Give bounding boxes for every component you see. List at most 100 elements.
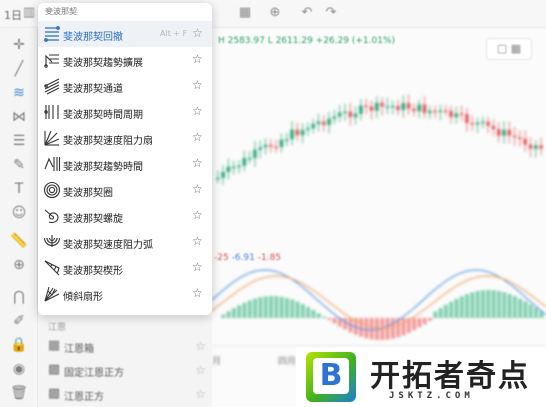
histogram-bar <box>253 298 258 318</box>
favorite-star-icon[interactable]: ☆ <box>192 286 203 300</box>
menu-item-fib-retracement[interactable]: 斐波那契回撤 Alt + F ☆ <box>38 21 212 47</box>
menu-item-fib-wedge[interactable]: 斐波那契楔形 ☆ <box>38 255 212 281</box>
favorite-star-icon[interactable]: ☆ <box>192 78 203 92</box>
histogram-bar <box>385 318 390 340</box>
interval-selector[interactable]: 1日 <box>4 7 22 23</box>
list-item-gann-square-fixed[interactable]: ▩ 固定江恩正方 ☆ <box>38 358 212 382</box>
favorite-star-icon[interactable]: ☆ <box>192 52 203 66</box>
histogram-bar <box>496 290 501 318</box>
candle-body <box>428 110 432 114</box>
add-icon[interactable]: ⊕ <box>268 6 282 20</box>
favorite-star-icon[interactable]: ☆ <box>195 387 206 401</box>
trend-line-icon[interactable]: ╱ <box>10 60 28 78</box>
candle-body <box>481 121 485 124</box>
candle-body <box>507 129 512 136</box>
candle-body <box>412 108 416 112</box>
menu-item-label: 斐波那契螺旋 <box>63 214 123 225</box>
eye-icon[interactable]: ◉ <box>10 360 28 378</box>
candle-body <box>348 111 353 118</box>
menu-item-shortcut: Alt + F <box>160 29 188 38</box>
histogram-bar <box>459 296 464 318</box>
list-item-gann-box[interactable]: ▦ 江恩箱 ☆ <box>38 334 212 358</box>
candle-body <box>300 130 305 136</box>
redo-icon[interactable]: ↷ <box>324 6 338 20</box>
favorite-star-icon[interactable]: ☆ <box>195 363 206 377</box>
lock-icon[interactable]: 🔒 <box>10 336 28 354</box>
histogram-bar <box>269 296 273 318</box>
favorite-star-icon[interactable]: ☆ <box>192 234 203 248</box>
histogram-bar <box>454 298 459 318</box>
magnet-icon[interactable]: ⋂ <box>10 288 28 306</box>
favorite-star-icon[interactable]: ☆ <box>192 182 203 196</box>
site-watermark: B 开拓者奇点 JSKTZ.COM <box>296 347 546 407</box>
histogram-bar <box>306 306 311 318</box>
layout-grid-icon[interactable]: ▦ <box>238 6 252 20</box>
text-tool-icon[interactable]: T <box>10 180 28 198</box>
stay-drawing-icon[interactable]: ✐ <box>10 312 28 330</box>
histogram-bar <box>316 313 321 318</box>
candle-body <box>486 121 490 126</box>
histogram-bar <box>401 318 406 336</box>
brush-icon[interactable]: ✎ <box>10 156 28 174</box>
histogram-bar <box>322 316 326 318</box>
crosshair-icon[interactable]: ✛ <box>10 36 28 54</box>
undo-icon[interactable]: ↶ <box>300 6 314 20</box>
menu-item-fib-circles[interactable]: 斐波那契圈 ☆ <box>38 177 212 203</box>
candle-body <box>253 149 257 159</box>
histogram-bar <box>295 301 300 318</box>
histogram-bar <box>422 318 427 325</box>
favorite-star-icon[interactable]: ☆ <box>192 26 203 40</box>
candle-body <box>406 103 411 109</box>
logo-letter: B <box>313 358 349 394</box>
zoom-icon[interactable]: ⊕ <box>10 256 28 274</box>
favorite-star-icon[interactable]: ☆ <box>192 104 203 118</box>
gann-square-fixed-icon: ▩ <box>47 362 61 377</box>
histogram-bar <box>491 290 496 318</box>
candle-body <box>237 165 241 168</box>
candle-body <box>433 110 437 113</box>
histogram-bar <box>433 311 438 318</box>
list-item-gann-square[interactable]: ▩ 江恩正方 ☆ <box>38 382 212 406</box>
menu-item-fib-time-zone[interactable]: 斐波那契時間周期 ☆ <box>38 99 212 125</box>
prediction-icon[interactable]: ☰ <box>10 132 28 150</box>
menu-item-label: 斐波那契趨勢擴展 <box>63 58 143 69</box>
candle-body <box>438 110 443 112</box>
menu-item-fib-channel[interactable]: 斐波那契通道 ☆ <box>38 73 212 99</box>
menu-item-pitchfan[interactable]: 傾斜扇形 ☆ <box>38 281 212 307</box>
histogram-bar <box>502 292 507 318</box>
candle-body <box>470 123 474 125</box>
favorite-star-icon[interactable]: ☆ <box>195 339 206 353</box>
candle-body <box>242 158 247 166</box>
favorite-star-icon[interactable]: ☆ <box>192 156 203 170</box>
menu-item-fib-speed-fan[interactable]: 斐波那契速度阻力扇 ☆ <box>38 125 212 151</box>
candle-body <box>247 158 252 160</box>
pattern-icon[interactable]: ⋈ <box>10 108 28 126</box>
candle-body <box>306 128 310 131</box>
emoji-icon[interactable]: ☺ <box>10 204 28 222</box>
watermark-logo: B <box>306 352 356 402</box>
candle-body <box>401 103 406 111</box>
favorite-star-icon[interactable]: ☆ <box>192 130 203 144</box>
menu-item-fib-speed-arcs[interactable]: 斐波那契速度阻力弧 ☆ <box>38 229 212 255</box>
trash-icon[interactable]: 🗑 <box>10 384 28 402</box>
menu-item-fib-trend-extension[interactable]: 斐波那契趨勢擴展 ☆ <box>38 47 212 73</box>
menu-item-fib-trend-time[interactable]: 斐波那契趨勢時間 ☆ <box>38 151 212 177</box>
favorite-star-icon[interactable]: ☆ <box>192 260 203 274</box>
candle-body <box>231 166 236 169</box>
candle-body <box>353 113 358 118</box>
fib-channel-icon <box>44 78 60 95</box>
candle-body <box>422 104 427 114</box>
candle-body <box>528 144 533 149</box>
list-item-label: 固定江恩正方 <box>64 368 124 379</box>
favorite-star-icon[interactable]: ☆ <box>192 208 203 222</box>
menu-item-fib-spiral[interactable]: 斐波那契螺旋 ☆ <box>38 203 212 229</box>
candle-body <box>359 105 363 114</box>
candle-body <box>269 144 273 147</box>
histogram-bar <box>481 290 485 318</box>
fib-tools-icon[interactable]: ≋ <box>10 84 28 102</box>
ruler-icon[interactable]: 📏 <box>10 232 28 250</box>
bar-style-icon[interactable]: ▥ <box>22 6 36 20</box>
histogram-bar <box>258 297 263 318</box>
histogram-bar <box>247 300 252 318</box>
histogram-bar <box>507 293 512 318</box>
